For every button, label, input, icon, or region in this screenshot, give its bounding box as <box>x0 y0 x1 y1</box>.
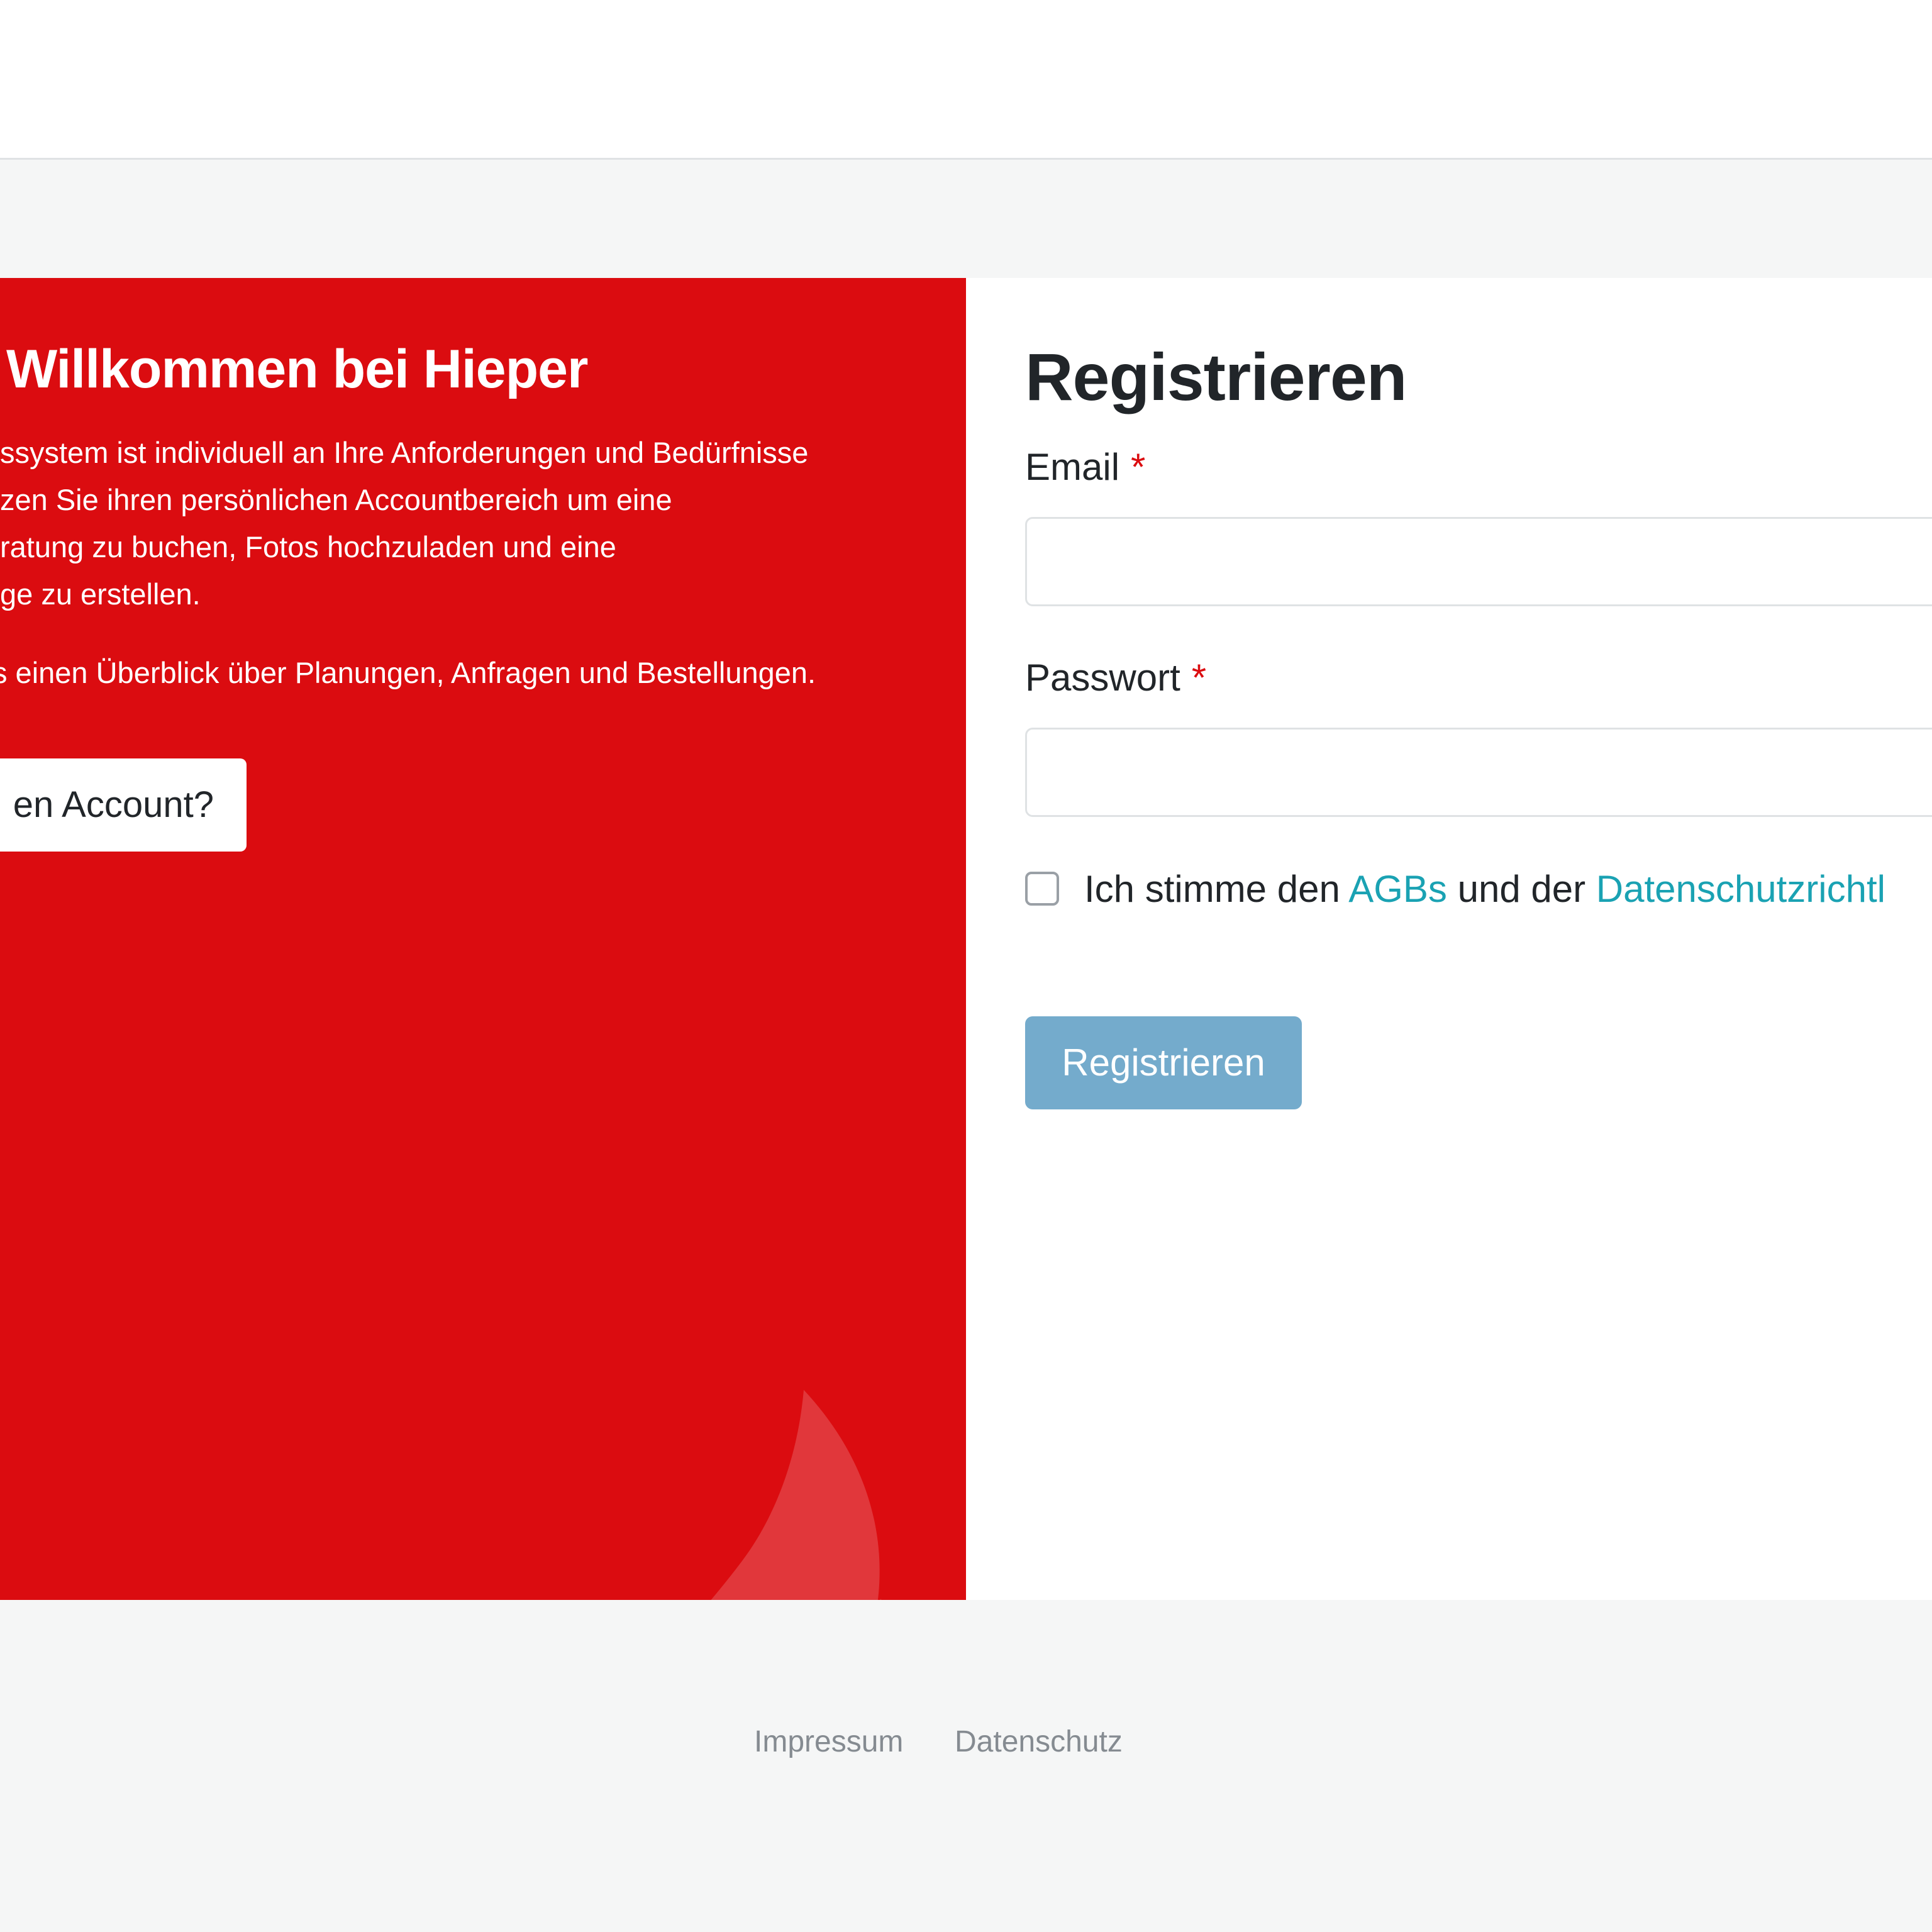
consent-prefix: Ich stimme den <box>1084 867 1349 910</box>
intro-paragraph: ssystem ist individuell an Ihre Anforder… <box>0 429 918 618</box>
consent-row: Ich stimme den AGBs und der Datenschutzr… <box>1025 867 1885 911</box>
required-asterisk: * <box>1131 446 1146 488</box>
footer-datenschutz-link[interactable]: Datenschutz <box>955 1724 1123 1759</box>
login-account-button[interactable]: en Account? <box>0 758 247 852</box>
password-input[interactable] <box>1025 728 1932 817</box>
password-label: Passwort * <box>1025 656 1206 699</box>
agb-link[interactable]: AGBs <box>1348 868 1447 910</box>
intro-line: zen Sie ihren persönlichen Accountbereic… <box>0 483 672 516</box>
register-submit-button[interactable]: Registrieren <box>1025 1016 1302 1109</box>
consent-text: Ich stimme den AGBs und der Datenschutzr… <box>1084 867 1885 911</box>
intro-line: ssystem ist individuell an Ihre Anforder… <box>0 436 809 469</box>
intro-line: ge zu erstellen. <box>0 577 201 611</box>
consent-middle: und der <box>1446 867 1596 910</box>
required-asterisk: * <box>1191 657 1207 699</box>
email-label-text: Email <box>1025 446 1120 488</box>
register-title: Registrieren <box>1025 340 1407 414</box>
intro-line: ratung zu buchen, Fotos hochzuladen und … <box>0 530 616 564</box>
welcome-title: Willkommen bei Hieper <box>6 339 588 399</box>
overview-text: s einen Überblick über Planungen, Anfrag… <box>0 656 816 689</box>
email-label: Email * <box>1025 445 1145 489</box>
footer-impressum-link[interactable]: Impressum <box>754 1724 903 1759</box>
consent-checkbox[interactable] <box>1025 872 1059 906</box>
email-input[interactable] <box>1025 517 1932 606</box>
password-label-text: Passwort <box>1025 657 1180 699</box>
flame-decoration-icon <box>711 1390 882 1600</box>
top-header-bar <box>0 0 1932 160</box>
login-account-button-label: en Account? <box>13 784 214 825</box>
privacy-policy-link[interactable]: Datenschutzrichtl <box>1596 868 1885 910</box>
